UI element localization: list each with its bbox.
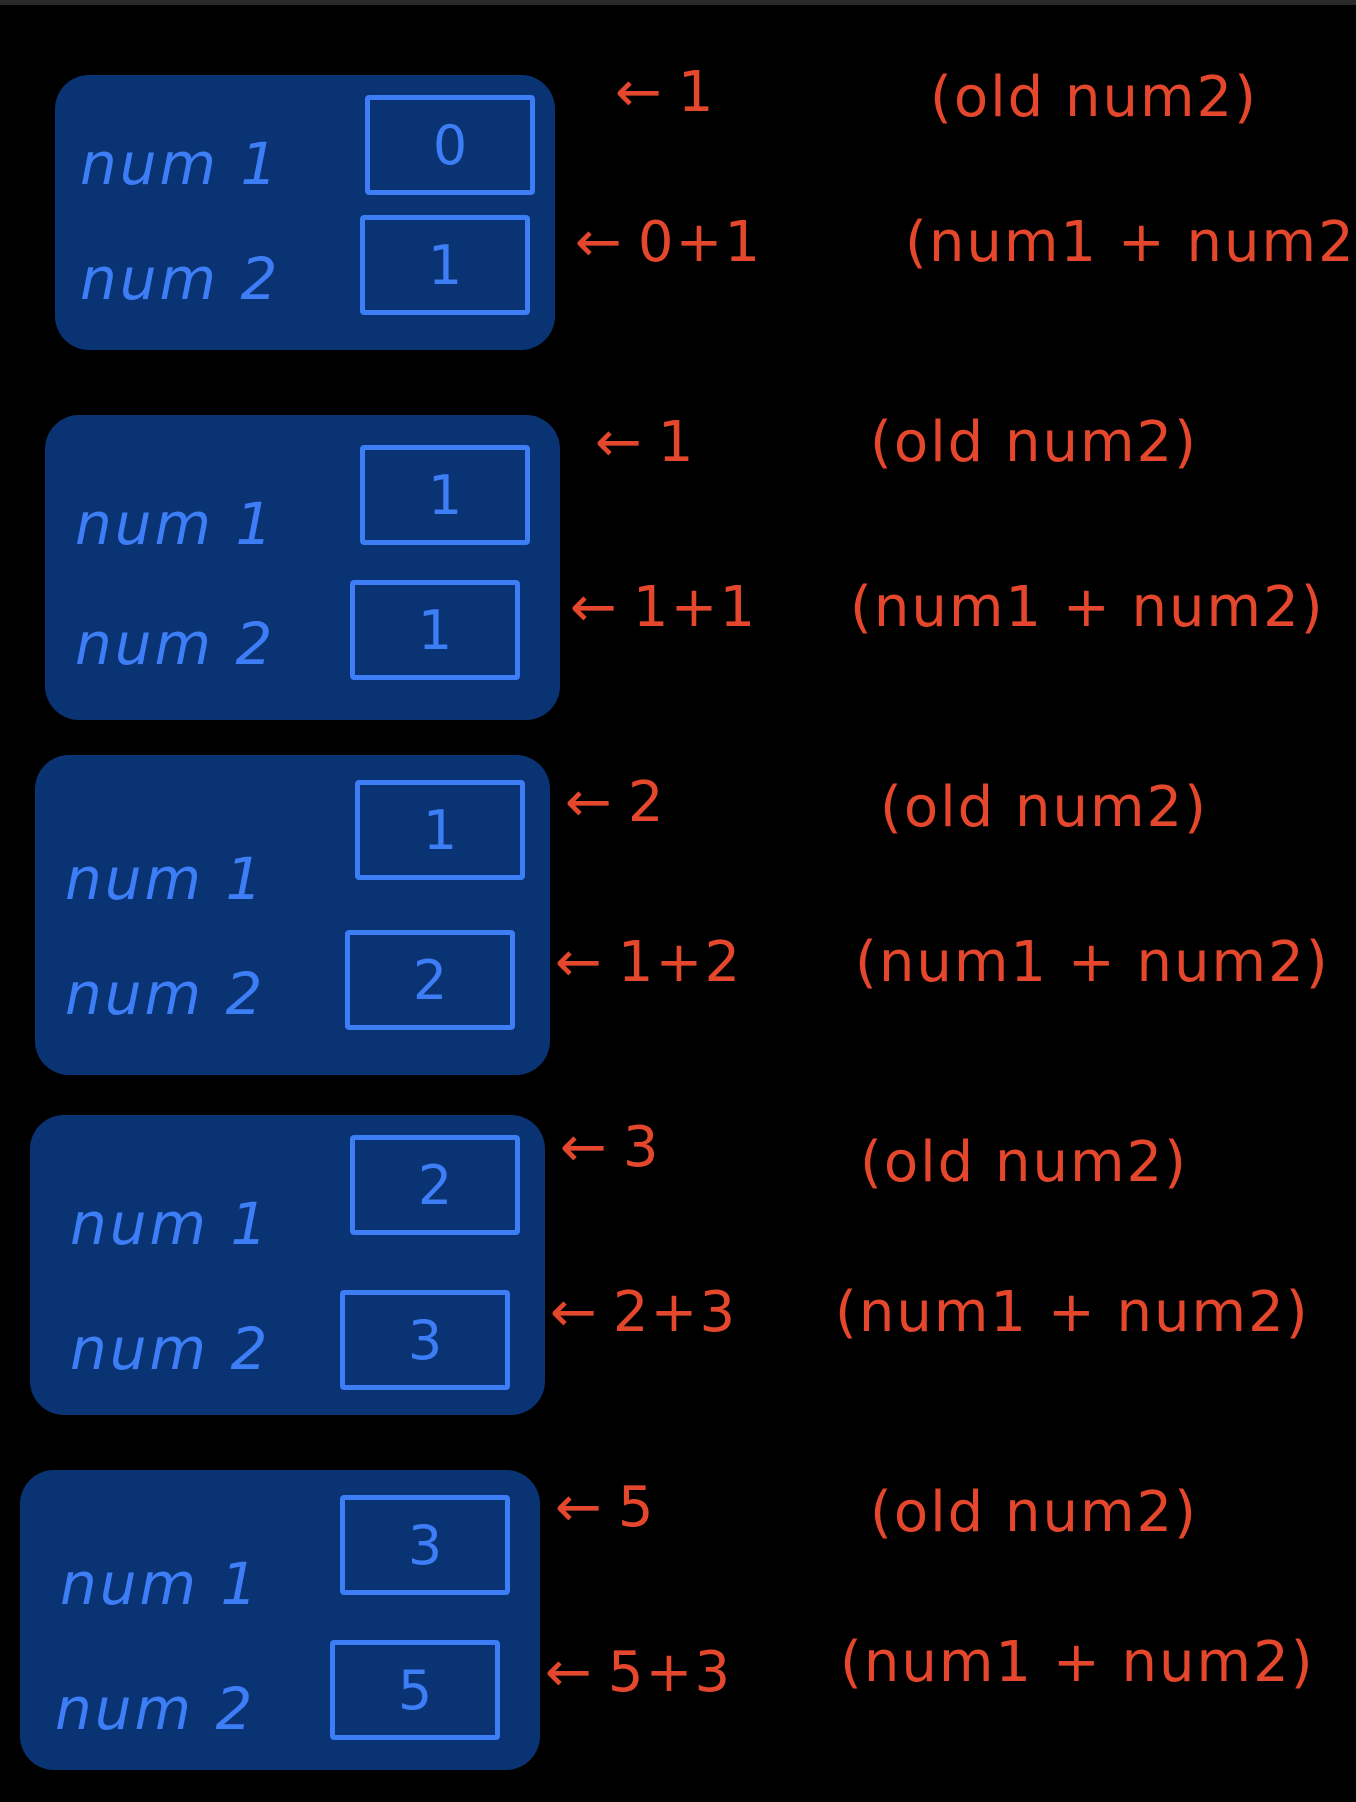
num1-note: ← 3 <box>560 1115 661 1180</box>
left-arrow-icon: ← <box>595 410 644 475</box>
num1-explanation: (old num2) <box>870 410 1199 475</box>
num1-label: num 1 <box>60 1550 261 1618</box>
num1-label: num 1 <box>65 845 266 913</box>
left-arrow-icon: ← <box>555 930 604 995</box>
num2-label: num 2 <box>75 610 276 678</box>
num2-value-box: 1 <box>360 215 530 315</box>
num1-explanation: (old num2) <box>870 1480 1199 1545</box>
num1-note: ← 1 <box>615 60 716 125</box>
left-arrow-icon: ← <box>550 1280 599 1345</box>
num2-value-box: 3 <box>340 1290 510 1390</box>
variable-panel: num 1 2 num 2 3 <box>30 1115 545 1415</box>
step-1: num 1 0 num 2 1 ← 1 (old num2) ← 0+1 (num1… <box>0 40 1356 360</box>
left-arrow-icon: ← <box>615 60 664 125</box>
num2-note: ← 0+1 <box>575 210 763 275</box>
num2-value-box: 2 <box>345 930 515 1030</box>
num2-label: num 2 <box>55 1675 256 1743</box>
left-arrow-icon: ← <box>560 1115 609 1180</box>
num1-value-box: 3 <box>340 1495 510 1595</box>
num1-value-box: 0 <box>365 95 535 195</box>
num1-value-box: 2 <box>350 1135 520 1235</box>
num1-explanation: (old num2) <box>860 1130 1189 1195</box>
left-arrow-icon: ← <box>545 1640 594 1705</box>
top-border <box>0 0 1356 5</box>
variable-panel: num 1 3 num 2 5 <box>20 1470 540 1770</box>
num2-note: ← 5+3 <box>545 1640 733 1705</box>
variable-panel: num 1 1 num 2 2 <box>35 755 550 1075</box>
step-3: num 1 1 num 2 2 ← 2 (old num2) ← 1+2 (num1… <box>0 755 1356 1075</box>
num2-explanation: (num1 + num2) <box>835 1280 1310 1345</box>
left-arrow-icon: ← <box>555 1475 604 1540</box>
left-arrow-icon: ← <box>575 210 624 275</box>
num1-explanation: (old num2) <box>880 775 1209 840</box>
num1-note: ← 5 <box>555 1475 656 1540</box>
left-arrow-icon: ← <box>565 770 614 835</box>
step-4: num 1 2 num 2 3 ← 3 (old num2) ← 2+3 (num1… <box>0 1110 1356 1430</box>
num2-explanation: (num1 + num2) <box>850 575 1325 640</box>
step-5: num 1 3 num 2 5 ← 5 (old num2) ← 5+3 (num1… <box>0 1460 1356 1780</box>
num1-value-box: 1 <box>360 445 530 545</box>
num2-note: ← 1+1 <box>570 575 758 640</box>
num2-label: num 2 <box>65 960 266 1028</box>
num1-note: ← 1 <box>595 410 696 475</box>
num2-value-box: 5 <box>330 1640 500 1740</box>
num2-note: ← 2+3 <box>550 1280 738 1345</box>
num2-explanation: (num1 + num2) <box>905 210 1356 275</box>
num1-label: num 1 <box>70 1190 271 1258</box>
variable-panel: num 1 0 num 2 1 <box>55 75 555 350</box>
num1-label: num 1 <box>75 490 276 558</box>
num2-value-box: 1 <box>350 580 520 680</box>
num2-note: ← 1+2 <box>555 930 743 995</box>
variable-panel: num 1 1 num 2 1 <box>45 415 560 720</box>
num1-label: num 1 <box>80 130 281 198</box>
num1-note: ← 2 <box>565 770 666 835</box>
num1-value-box: 1 <box>355 780 525 880</box>
num2-explanation: (num1 + num2) <box>840 1630 1315 1695</box>
num2-label: num 2 <box>80 245 281 313</box>
step-2: num 1 1 num 2 1 ← 1 (old num2) ← 1+1 (num1… <box>0 400 1356 720</box>
num2-explanation: (num1 + num2) <box>855 930 1330 995</box>
num2-label: num 2 <box>70 1315 271 1383</box>
num1-explanation: (old num2) <box>930 65 1259 130</box>
left-arrow-icon: ← <box>570 575 619 640</box>
